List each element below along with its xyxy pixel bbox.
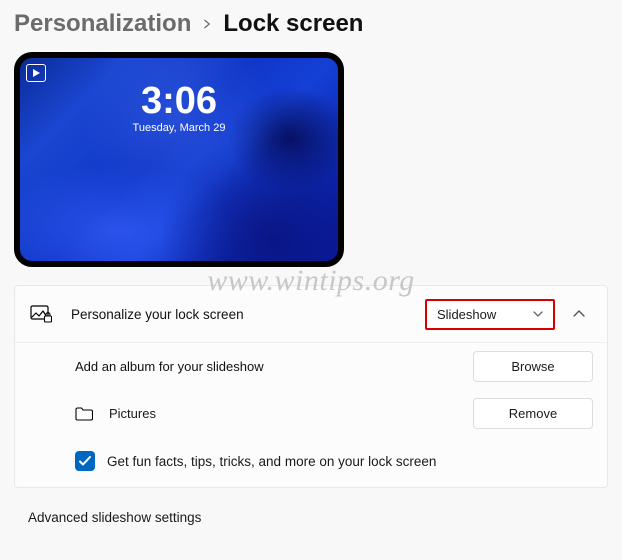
breadcrumb: Personalization Lock screen	[14, 10, 608, 38]
chevron-right-icon	[201, 14, 213, 35]
preview-time: 3:06	[20, 82, 338, 120]
collapse-toggle[interactable]	[565, 300, 593, 328]
picture-lock-icon	[29, 305, 53, 323]
personalize-label: Personalize your lock screen	[71, 307, 425, 322]
advanced-label: Advanced slideshow settings	[28, 510, 201, 525]
breadcrumb-current: Lock screen	[223, 10, 363, 38]
folder-icon	[75, 407, 95, 421]
add-album-label: Add an album for your slideshow	[75, 359, 473, 374]
lock-screen-type-select[interactable]: Slideshow	[425, 299, 555, 330]
slideshow-play-icon	[26, 64, 46, 82]
funfacts-checkbox[interactable]	[75, 451, 95, 471]
personalize-card: Personalize your lock screen Slideshow A…	[14, 285, 608, 488]
remove-button[interactable]: Remove	[473, 398, 593, 429]
funfacts-label: Get fun facts, tips, tricks, and more on…	[107, 454, 436, 469]
browse-button[interactable]: Browse	[473, 351, 593, 382]
select-value: Slideshow	[437, 307, 496, 322]
chevron-down-icon	[533, 307, 543, 322]
lock-screen-preview: 3:06 Tuesday, March 29	[14, 52, 344, 267]
preview-date: Tuesday, March 29	[20, 122, 338, 134]
advanced-slideshow-row[interactable]: Advanced slideshow settings	[14, 494, 608, 525]
folder-name: Pictures	[109, 406, 473, 421]
breadcrumb-parent[interactable]: Personalization	[14, 10, 191, 38]
